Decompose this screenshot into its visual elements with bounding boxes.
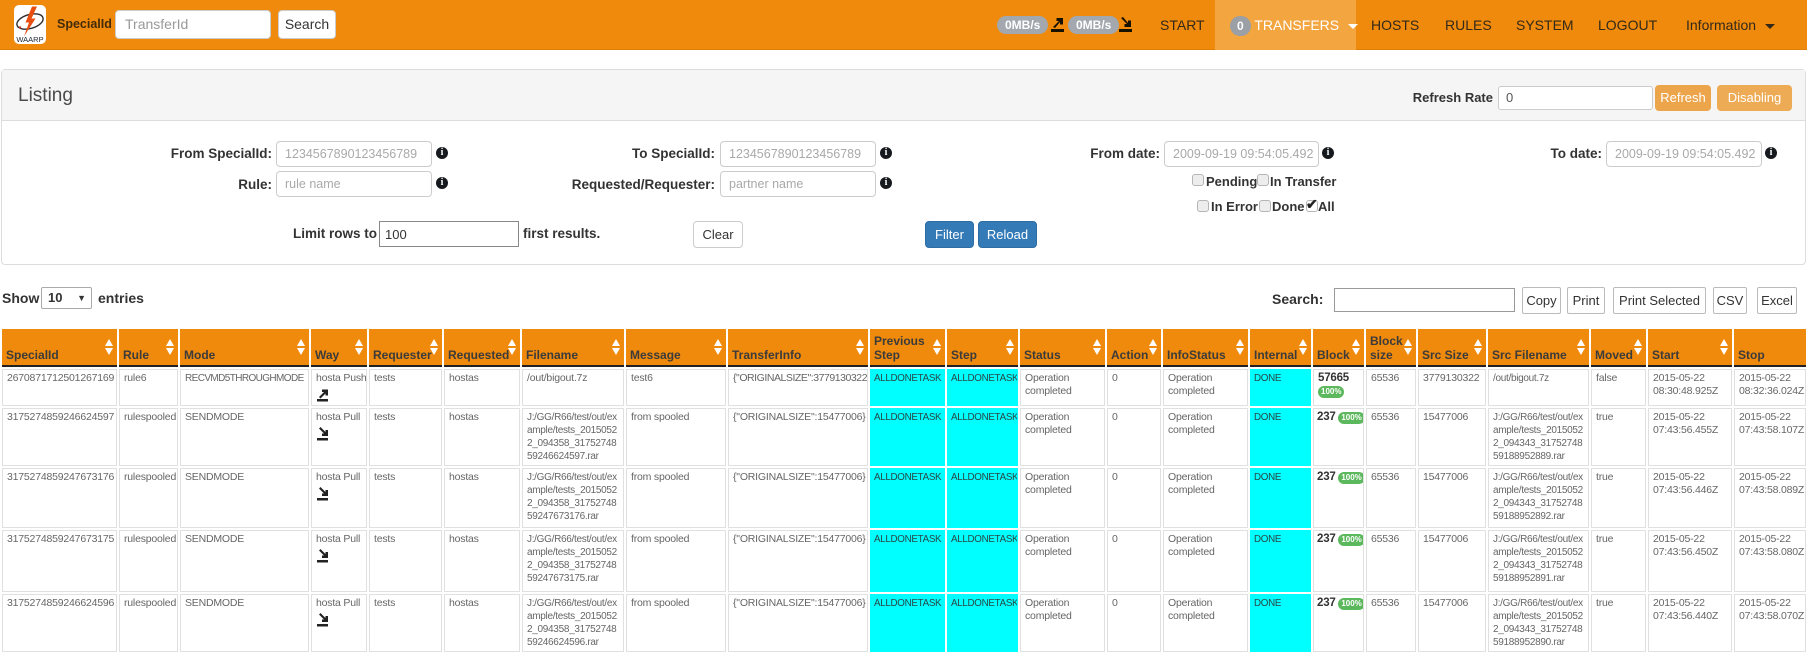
svg-text:WAARP: WAARP	[16, 35, 43, 44]
